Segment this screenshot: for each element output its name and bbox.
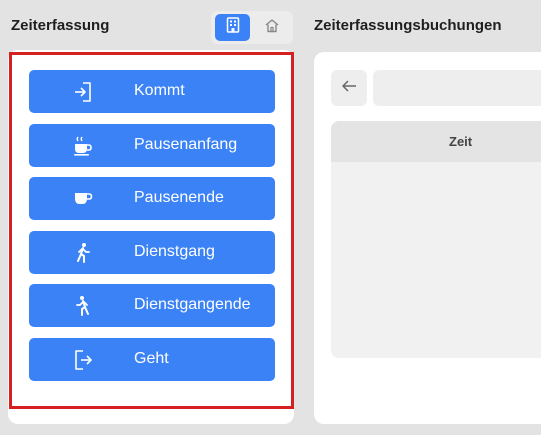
dienstgang-label: Dienstgang [134,243,215,260]
geht-label: Geht [134,350,169,367]
logout-icon [71,348,95,372]
pausenanfang-label: Pausenanfang [134,136,238,153]
app-window: Zeiterfassung Kommt Pausenanfang Pausene… [0,0,541,435]
pausenende-label: Pausenende [134,189,224,206]
bookings-table-header [331,121,541,162]
walking-icon [71,294,95,318]
left-panel-title: Zeiterfassung [11,17,110,34]
pausenanfang-button[interactable]: Pausenanfang [29,124,275,167]
dienstgangende-button[interactable]: Dienstgangende [29,284,275,327]
building-view-button[interactable] [215,14,250,41]
coffee-cup-icon [71,187,95,211]
home-icon [264,18,280,38]
kommt-label: Kommt [134,82,185,99]
view-toggle [211,11,293,44]
walking-icon [71,241,95,265]
dienstgang-button[interactable]: Dienstgang [29,231,275,274]
column-header-zeit[interactable]: Zeit [449,134,472,149]
pausenende-button[interactable]: Pausenende [29,177,275,220]
kommt-button[interactable]: Kommt [29,70,275,113]
hot-coffee-icon [71,134,95,158]
dienstgangende-label: Dienstgangende [134,296,251,313]
right-panel-title: Zeiterfassungsbuchungen [314,17,502,34]
home-view-button[interactable] [254,14,289,41]
date-field[interactable] [373,70,541,106]
login-icon [71,80,95,104]
left-panel-header: Zeiterfassung [0,0,302,50]
building-icon [226,17,240,38]
geht-button[interactable]: Geht [29,338,275,381]
back-button[interactable] [331,70,367,106]
arrow-left-icon [341,79,357,98]
